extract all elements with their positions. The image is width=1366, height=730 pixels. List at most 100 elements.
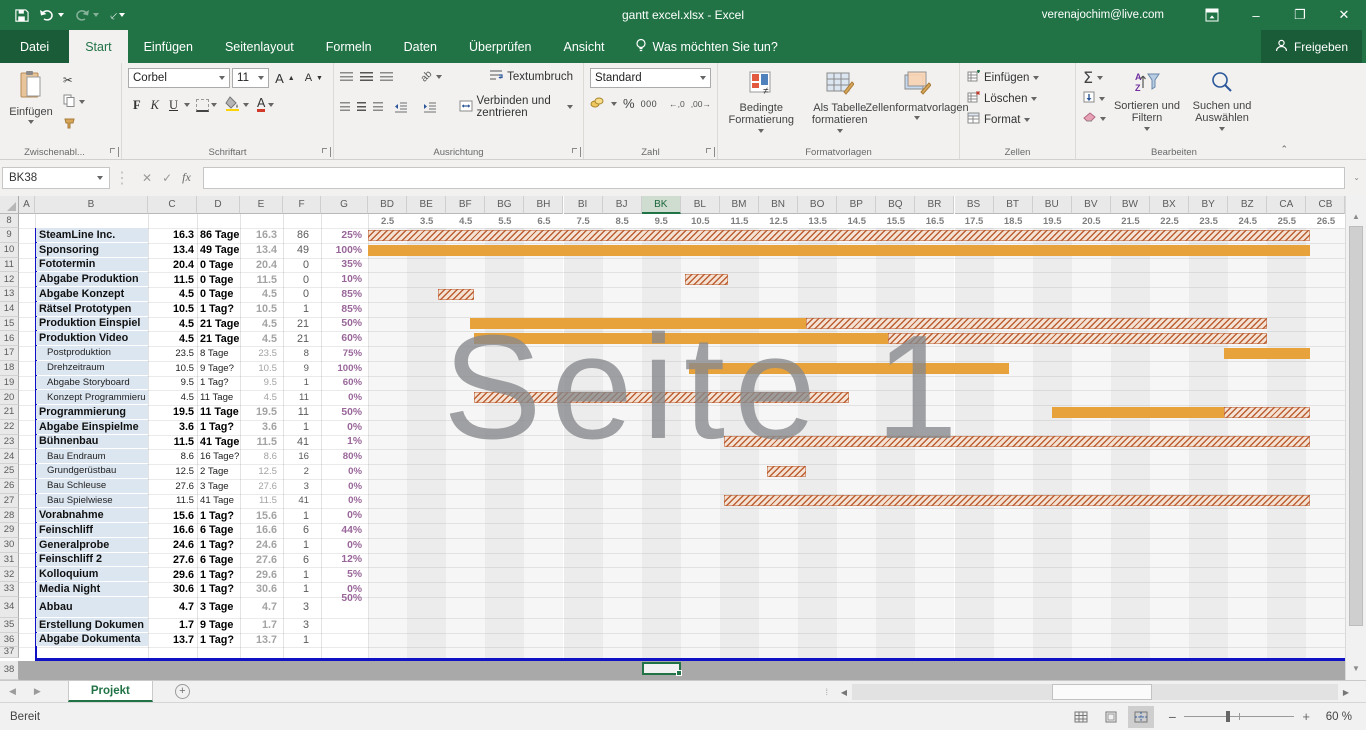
task-date-gray-cell[interactable]: 13.7 — [240, 633, 277, 648]
paste-button[interactable]: Einfügen — [3, 66, 59, 144]
task-name-cell[interactable]: Abgabe Produktion — [36, 272, 148, 286]
timeline-day-cell[interactable]: 3.5 — [407, 214, 446, 228]
fx-icon[interactable]: fx — [182, 170, 191, 185]
task-days-gray-cell[interactable]: 0 — [283, 258, 309, 273]
task-percent-cell[interactable]: 50% — [321, 317, 362, 332]
worksheet-grid[interactable]: Seite 1ABCDEFGBDBEBFBGBHBIBJBKBLBMBNBOBP… — [0, 196, 1366, 680]
align-top-icon[interactable] — [340, 72, 353, 82]
task-start-cell[interactable]: 16.3 — [148, 228, 194, 243]
task-duration-cell[interactable]: 2 Tage — [200, 464, 240, 479]
cancel-icon[interactable]: ✕ — [142, 171, 152, 185]
align-left-icon[interactable] — [340, 102, 350, 112]
task-name-cell[interactable]: Produktion Einspiel — [36, 317, 148, 331]
column-header-A[interactable]: A — [19, 196, 35, 214]
task-duration-cell[interactable]: 6 Tage — [200, 553, 240, 568]
task-percent-cell[interactable]: 50% — [321, 593, 362, 614]
sheet-nav-right-icon[interactable]: ▶ — [25, 681, 50, 702]
row-header-29[interactable]: 29 — [0, 523, 19, 538]
new-sheet-button[interactable]: + — [175, 684, 190, 699]
task-days-gray-cell[interactable]: 41 — [283, 435, 309, 450]
zoom-in-icon[interactable]: + — [1302, 709, 1310, 724]
task-name-cell[interactable]: Bau Schleuse — [36, 479, 148, 493]
bold-button[interactable]: F — [128, 98, 146, 113]
zoom-percentage[interactable]: 60 % — [1318, 711, 1352, 723]
row-header-19[interactable]: 19 — [0, 376, 19, 391]
row-header-38[interactable]: 38 — [0, 661, 19, 681]
task-name-cell[interactable]: Abgabe Einspielme — [36, 420, 148, 434]
task-percent-cell[interactable] — [321, 633, 362, 648]
merge-center-button[interactable]: Verbinden und zentrieren — [455, 94, 577, 120]
timeline-day-cell[interactable]: 14.5 — [837, 214, 876, 228]
task-duration-cell[interactable]: 41 Tage? — [200, 435, 240, 450]
copy-button[interactable] — [59, 93, 89, 111]
horizontal-scrollbar[interactable]: ⁞ ◀ ▶ — [825, 684, 1354, 700]
task-date-gray-cell[interactable]: 27.6 — [240, 479, 277, 494]
name-box[interactable]: BK38 — [2, 167, 110, 189]
task-start-cell[interactable]: 8.6 — [148, 449, 194, 464]
column-header-BK[interactable]: BK — [642, 196, 681, 214]
increase-font-button[interactable]: A▲ — [271, 70, 299, 87]
task-start-cell[interactable]: 30.6 — [148, 582, 194, 597]
task-duration-cell[interactable]: 21 Tage — [200, 317, 240, 332]
task-percent-cell[interactable]: 25% — [321, 228, 362, 243]
accounting-format-icon[interactable] — [590, 96, 605, 111]
collapse-ribbon-icon[interactable]: ⌃ — [1280, 144, 1288, 155]
task-duration-cell[interactable]: 1 Tag? — [200, 420, 240, 435]
timeline-day-cell[interactable]: 18.5 — [994, 214, 1033, 228]
timeline-day-cell[interactable]: 9.5 — [642, 214, 681, 228]
orientation-button[interactable]: ab — [417, 70, 446, 83]
scrollbar-splitter[interactable]: ⁞ — [825, 687, 828, 697]
task-duration-cell[interactable]: 9 Tage — [200, 618, 240, 633]
column-header-BR[interactable]: BR — [915, 196, 954, 214]
task-duration-cell[interactable]: 1 Tag? — [200, 633, 240, 648]
task-start-cell[interactable]: 4.5 — [148, 317, 194, 332]
column-header-BY[interactable]: BY — [1189, 196, 1228, 214]
row-header-33[interactable]: 33 — [0, 582, 19, 597]
task-days-gray-cell[interactable]: 1 — [283, 376, 309, 391]
task-name-cell[interactable]: Feinschliff — [36, 523, 148, 537]
format-painter-button[interactable] — [59, 116, 89, 134]
timeline-day-cell[interactable]: 21.5 — [1111, 214, 1150, 228]
vertical-scroll-thumb[interactable] — [1349, 226, 1363, 626]
row-header-24[interactable]: 24 — [0, 449, 19, 464]
horizontal-scroll-track[interactable] — [852, 684, 1338, 700]
scroll-left-icon[interactable]: ◀ — [836, 684, 852, 700]
task-name-cell[interactable]: Kolloquium — [36, 567, 148, 581]
task-percent-cell[interactable]: 1% — [321, 435, 362, 450]
row-header-14[interactable]: 14 — [0, 302, 19, 317]
wrap-text-button[interactable]: Textumbruch — [485, 68, 577, 85]
horizontal-scroll-thumb[interactable] — [1052, 684, 1152, 700]
close-button[interactable]: ✕ — [1322, 0, 1366, 30]
tab-daten[interactable]: Daten — [388, 30, 453, 63]
clear-button[interactable] — [1079, 111, 1110, 127]
task-date-gray-cell[interactable]: 4.5 — [240, 287, 277, 302]
column-header-BO[interactable]: BO — [798, 196, 837, 214]
row-header-28[interactable]: 28 — [0, 508, 19, 523]
sheet-tab-projekt[interactable]: Projekt — [68, 681, 153, 702]
row-header-8[interactable]: 8 — [0, 214, 19, 228]
task-percent-cell[interactable]: 60% — [321, 376, 362, 391]
task-start-cell[interactable]: 12.5 — [148, 464, 194, 479]
task-name-cell[interactable]: Bühnenbau — [36, 435, 148, 449]
task-duration-cell[interactable]: 1 Tag? — [200, 302, 240, 317]
task-duration-cell[interactable]: 1 Tag? — [200, 582, 240, 597]
task-days-gray-cell[interactable]: 3 — [283, 479, 309, 494]
timeline-day-cell[interactable]: 19.5 — [1033, 214, 1072, 228]
row-header-10[interactable]: 10 — [0, 243, 19, 258]
zoom-slider-thumb[interactable] — [1226, 711, 1230, 722]
number-format-select[interactable]: Standard — [590, 68, 711, 88]
task-start-cell[interactable]: 4.7 — [148, 597, 194, 618]
task-days-gray-cell[interactable]: 41 — [283, 494, 309, 509]
task-duration-cell[interactable]: 3 Tage — [200, 597, 240, 618]
task-start-cell[interactable]: 16.6 — [148, 523, 194, 538]
task-name-cell[interactable]: Abgabe Storyboard — [36, 376, 148, 390]
task-date-gray-cell[interactable]: 23.5 — [240, 346, 277, 361]
task-duration-cell[interactable]: 1 Tag? — [200, 508, 240, 523]
task-percent-cell[interactable]: 44% — [321, 523, 362, 538]
task-percent-cell[interactable]: 0% — [321, 538, 362, 553]
row-header-18[interactable]: 18 — [0, 361, 19, 376]
task-percent-cell[interactable]: 60% — [321, 331, 362, 346]
cell-styles-button[interactable]: Zellenformatvorlagen — [878, 66, 956, 144]
task-start-cell[interactable]: 27.6 — [148, 553, 194, 568]
task-duration-cell[interactable]: 8 Tage — [200, 346, 240, 361]
